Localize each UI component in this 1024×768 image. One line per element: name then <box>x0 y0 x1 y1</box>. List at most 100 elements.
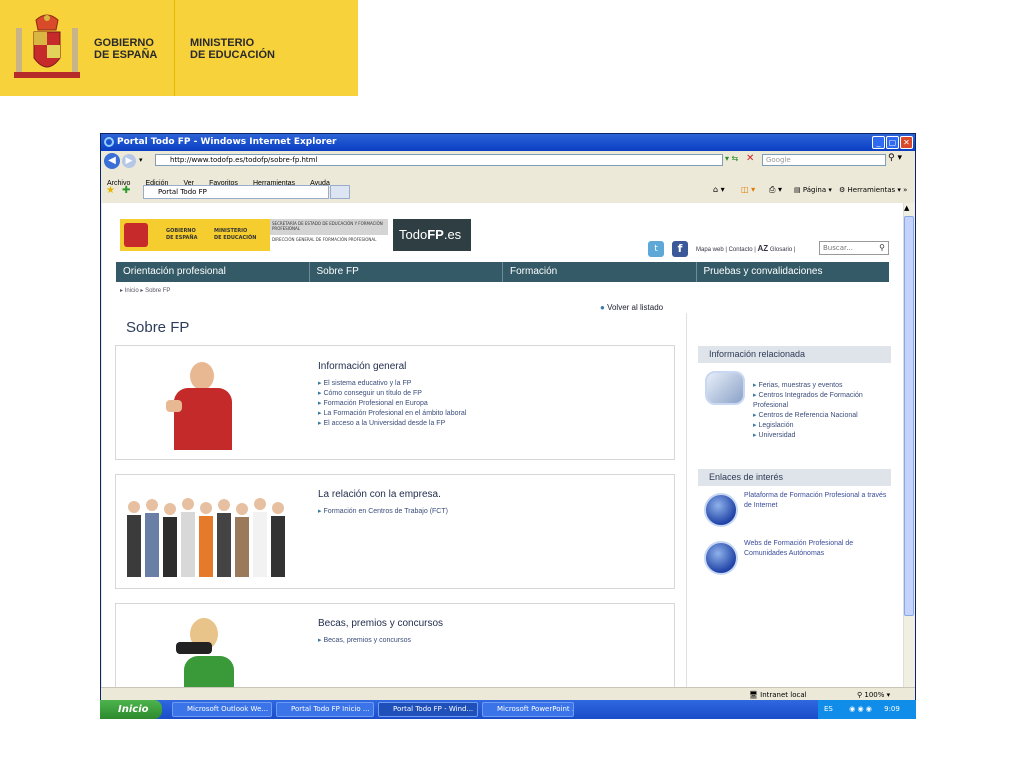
webs-fp-icon[interactable] <box>704 541 738 575</box>
start-label: Inicio <box>118 704 149 715</box>
web-page: GOBIERNO DE ESPAÑA MINISTERIO DE EDUCACI… <box>102 203 903 687</box>
az-icon: AZ <box>757 244 769 253</box>
volver-label: Volver al listado <box>607 303 664 312</box>
link-legislacion[interactable]: Legislación <box>753 421 893 431</box>
site-gobierno: GOBIERNO <box>166 228 196 234</box>
site-ministerio: MINISTERIO <box>214 228 248 234</box>
page-title: Sobre FP <box>126 319 190 336</box>
section-relacion-empresa: La relación con la empresa. Formación en… <box>115 474 675 589</box>
brand-todo: Todo <box>399 227 428 242</box>
link-centros-referencia[interactable]: Centros de Referencia Nacional <box>753 411 893 421</box>
todofp-logo[interactable]: TodoFP.es <box>393 219 471 251</box>
link-fp-europa[interactable]: Formación Profesional en Europa <box>318 399 466 409</box>
breadcrumb-current: Sobre FP <box>145 288 171 294</box>
tab-label: Portal Todo FP <box>158 188 207 196</box>
scrollbar-thumb[interactable] <box>904 216 914 616</box>
nav-formacion[interactable]: Formación <box>503 262 697 282</box>
browser-window: Portal Todo FP - Windows Internet Explor… <box>100 133 916 719</box>
link-mapa-web[interactable]: Mapa web <box>696 247 724 253</box>
volver-icon: ● <box>600 303 605 312</box>
forward-button[interactable]: ▶ <box>122 154 136 168</box>
tray-lang[interactable]: ES <box>824 705 833 713</box>
site-direccion: DIRECCIÓN GENERAL DE FORMACIÓN PROFESION… <box>270 235 388 251</box>
tools-menu[interactable]: ⚙ Herramientas ▾ » <box>839 186 907 194</box>
link-fct[interactable]: Formación en Centros de Trabajo (FCT) <box>318 507 448 517</box>
interest-header: Enlaces de interés <box>698 469 891 486</box>
plataforma-icon[interactable] <box>704 493 738 527</box>
coat-of-arms-icon <box>14 14 80 78</box>
maximize-button[interactable]: ▢ <box>886 136 899 149</box>
site-search-icon[interactable]: ⚲ <box>879 242 885 254</box>
status-bar: 🖥 Intranet local ⚲ 100% ▾ <box>101 687 915 701</box>
window-titlebar: Portal Todo FP - Windows Internet Explor… <box>101 134 915 151</box>
task-todofp-window[interactable]: Portal Todo FP - Wind... <box>378 702 478 717</box>
site-espana: DE ESPAÑA <box>166 235 198 241</box>
tray-icons: ◉ ◉ ◉ <box>849 705 872 713</box>
scroll-up-icon[interactable]: ▲ <box>904 204 909 212</box>
link-centros-integrados[interactable]: Centros Integrados de Formación Profesio… <box>753 391 893 411</box>
site-secretaria: SECRETARÍA DE ESTADO DE EDUCACIÓN Y FORM… <box>270 219 388 235</box>
related-links: Ferias, muestras y eventos Centros Integ… <box>753 381 893 441</box>
link-glosario[interactable]: Glosario <box>770 247 792 253</box>
taskbar: Inicio Microsoft Outlook We... Portal To… <box>100 700 916 719</box>
site-search-input[interactable]: Buscar... ⚲ <box>819 241 889 255</box>
task-todofp-inicio[interactable]: Portal Todo FP Inicio ... <box>276 702 374 717</box>
related-header: Información relacionada <box>698 346 891 363</box>
tray-clock: 9:09 <box>884 705 900 713</box>
add-favorites-icon[interactable]: ✚ <box>122 185 130 196</box>
banner-divider <box>174 0 175 96</box>
photo-young-man <box>166 360 240 452</box>
rss-icon[interactable]: ◫ ▾ <box>741 185 755 194</box>
address-bar[interactable]: http://www.todofp.es/todofp/sobre-fp.htm… <box>155 154 723 166</box>
site-educacion: DE EDUCACIÓN <box>214 235 257 241</box>
link-ferias[interactable]: Ferias, muestras y eventos <box>753 381 893 391</box>
link-fp-laboral[interactable]: La Formación Profesional en el ámbito la… <box>318 409 466 419</box>
nav-pruebas[interactable]: Pruebas y convalidaciones <box>697 262 890 282</box>
section-title-1: Información general <box>318 361 407 372</box>
nav-sobre-fp[interactable]: Sobre FP <box>310 262 503 282</box>
new-tab-button[interactable] <box>330 185 350 199</box>
twitter-icon[interactable]: t <box>648 241 664 257</box>
task-outlook[interactable]: Microsoft Outlook We... <box>172 702 272 717</box>
link-acceso-universidad[interactable]: El acceso a la Universidad desde la FP <box>318 419 466 429</box>
volver-link[interactable]: ● Volver al listado <box>600 303 663 312</box>
search-input[interactable]: Google <box>762 154 886 166</box>
history-dropdown-icon[interactable]: ▾ <box>139 156 143 164</box>
link-sistema-educativo[interactable]: El sistema educativo y la FP <box>318 379 466 389</box>
print-icon[interactable]: ⎙ ▾ <box>769 185 782 195</box>
section-1-links: El sistema educativo y la FP Cómo conseg… <box>318 379 466 429</box>
brand-es: .es <box>443 227 462 242</box>
favorites-star-icon[interactable]: ★ <box>106 185 115 196</box>
task-powerpoint[interactable]: Microsoft PowerPoint ... <box>482 702 574 717</box>
window-title: Portal Todo FP - Windows Internet Explor… <box>117 137 337 147</box>
page-menu[interactable]: ▤ Página ▾ <box>794 186 832 194</box>
link-universidad[interactable]: Universidad <box>753 431 893 441</box>
nav-orientacion[interactable]: Orientación profesional <box>116 262 310 282</box>
site-gov-logo: GOBIERNO DE ESPAÑA MINISTERIO DE EDUCACI… <box>120 219 388 251</box>
tab-portal-todo-fp[interactable]: Portal Todo FP <box>143 185 329 199</box>
link-webs-fp[interactable]: Webs de Formación Profesional de Comunid… <box>744 539 892 559</box>
minimize-button[interactable]: _ <box>872 136 885 149</box>
section-2-links: Formación en Centros de Trabajo (FCT) <box>318 507 448 517</box>
banner-educacion: DE EDUCACIÓN <box>190 49 275 61</box>
page-menu-label: Página <box>802 186 827 194</box>
link-plataforma[interactable]: Plataforma de Formación Profesional a tr… <box>744 491 892 511</box>
site-coat-icon <box>124 223 148 247</box>
section-title-2: La relación con la empresa. <box>318 489 441 500</box>
workers-group-image <box>127 498 285 577</box>
facebook-icon[interactable]: f <box>672 241 688 257</box>
link-titulo-fp[interactable]: Cómo conseguir un título de FP <box>318 389 466 399</box>
system-tray: ES ◉ ◉ ◉ 9:09 <box>818 700 916 719</box>
column-divider <box>686 313 687 687</box>
tools-menu-label: Herramientas <box>847 186 896 194</box>
stop-button[interactable]: ✕ <box>746 153 754 164</box>
link-becas[interactable]: Becas, premios y concursos <box>318 636 411 646</box>
breadcrumb-inicio[interactable]: Inicio <box>125 288 139 294</box>
back-button[interactable]: ◀ <box>104 153 120 169</box>
link-contacto[interactable]: Contacto <box>729 247 753 253</box>
close-button[interactable]: ✕ <box>900 136 913 149</box>
search-icon[interactable]: ⚲ ▾ <box>888 153 902 163</box>
section-becas: Becas, premios y concursos Becas, premio… <box>115 603 675 687</box>
start-button[interactable]: Inicio <box>100 700 162 719</box>
home-icon[interactable]: ⌂ ▾ <box>713 185 725 194</box>
